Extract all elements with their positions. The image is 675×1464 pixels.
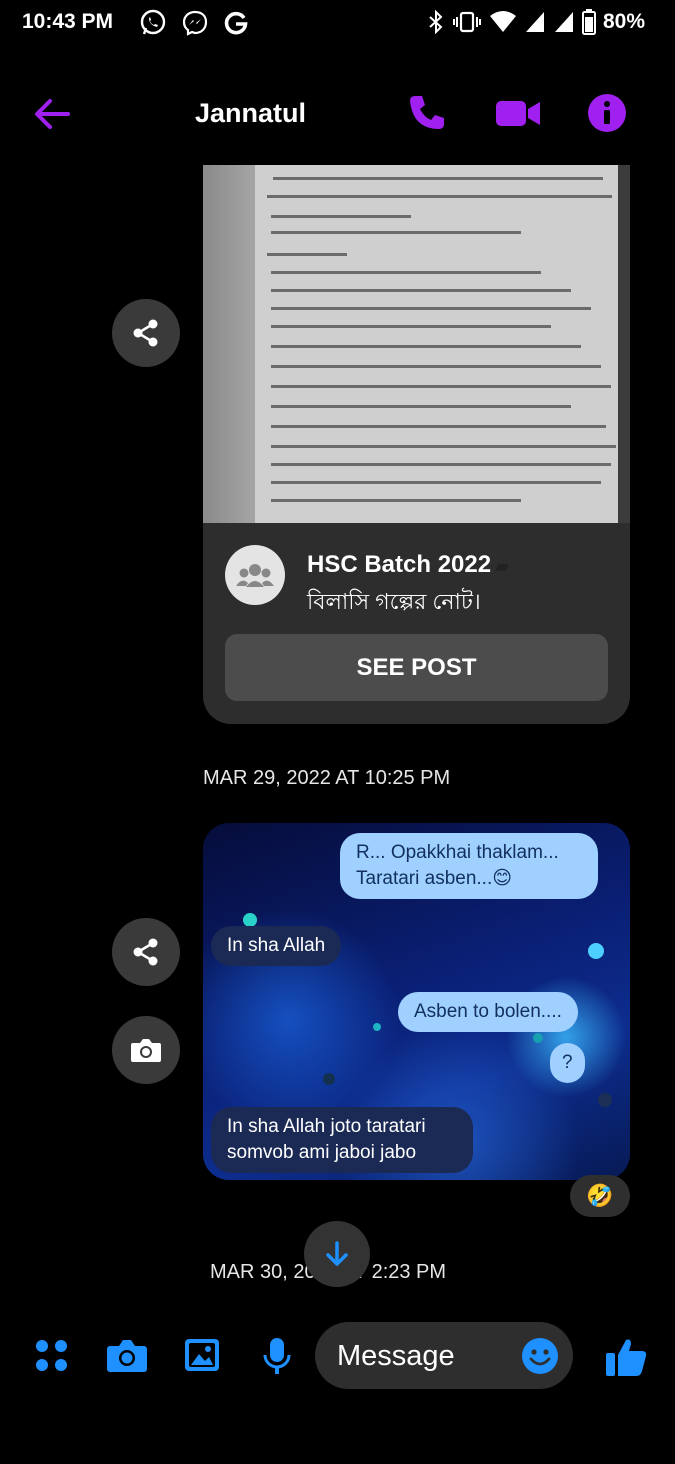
microphone-icon[interactable] (262, 1336, 292, 1376)
reaction-badge[interactable]: 🤣 (570, 1175, 630, 1217)
share-icon (133, 938, 158, 966)
contact-name[interactable]: Jannatul (195, 98, 306, 129)
group-name[interactable]: HSC Batch 2022 ▰ (307, 551, 509, 579)
shared-post-card[interactable]: HSC Batch 2022 ▰ বিলাসি গল্পের নোট। SEE P… (203, 165, 630, 724)
status-bar: 10:43 PM 80% (0, 0, 675, 48)
google-icon (224, 11, 248, 35)
arrow-down-icon (326, 1241, 348, 1266)
back-arrow-icon[interactable] (32, 94, 72, 134)
system-status-icons: 80% (427, 9, 645, 35)
share-icon (133, 319, 158, 347)
thumbs-up-icon[interactable] (604, 1336, 648, 1378)
phone-call-icon[interactable] (406, 92, 448, 134)
group-icon (236, 564, 274, 587)
post-image[interactable] (203, 165, 630, 523)
battery-icon (581, 9, 596, 35)
chat-bubble-received: In sha Allah joto taratari somvob ami ja… (211, 1107, 473, 1173)
camera-icon[interactable] (105, 1338, 149, 1374)
chat-bubble-received: In sha Allah (211, 926, 342, 966)
post-text: বিলাসি গল্পের নোট। (307, 589, 481, 614)
save-image-button[interactable] (112, 1016, 180, 1084)
vibrate-icon (452, 11, 481, 33)
wifi-icon (489, 11, 516, 32)
share-button[interactable] (112, 299, 180, 367)
status-time: 10:43 PM (22, 10, 114, 33)
message-timestamp: MAR 29, 2022 AT 10:25 PM (203, 767, 451, 789)
scroll-to-bottom-button[interactable] (304, 1221, 370, 1287)
group-avatar[interactable] (225, 545, 285, 605)
battery-percentage: 80% (602, 10, 645, 33)
conversation-header: Jannatul (0, 80, 675, 146)
graduation-cap-icon: ▰ (495, 556, 509, 576)
see-post-button[interactable]: SEE POST (225, 634, 608, 701)
camera-icon (131, 1039, 161, 1062)
gallery-icon[interactable] (183, 1337, 221, 1373)
message-input[interactable] (337, 1340, 507, 1373)
share-button[interactable] (112, 918, 180, 986)
messenger-icon (182, 10, 208, 36)
message-composer (0, 1322, 675, 1390)
chat-bubble-sent: ? (550, 1043, 585, 1083)
info-icon[interactable] (586, 92, 628, 134)
signal-icon (554, 12, 573, 32)
bluetooth-icon (429, 10, 443, 34)
sent-image[interactable]: R... Opakkhai thaklam... Taratari asben.… (203, 823, 630, 1180)
more-actions-icon[interactable] (34, 1338, 70, 1374)
signal-icon (525, 12, 544, 32)
emoji-icon[interactable] (520, 1336, 560, 1376)
chat-bubble-sent: Asben to bolen.... (398, 992, 578, 1032)
message-box[interactable] (315, 1322, 573, 1389)
chat-bubble-sent: R... Opakkhai thaklam... Taratari asben.… (340, 833, 598, 899)
video-call-icon[interactable] (494, 93, 542, 133)
whatsapp-icon (140, 9, 166, 35)
reaction-emoji: 🤣 (586, 1183, 614, 1208)
